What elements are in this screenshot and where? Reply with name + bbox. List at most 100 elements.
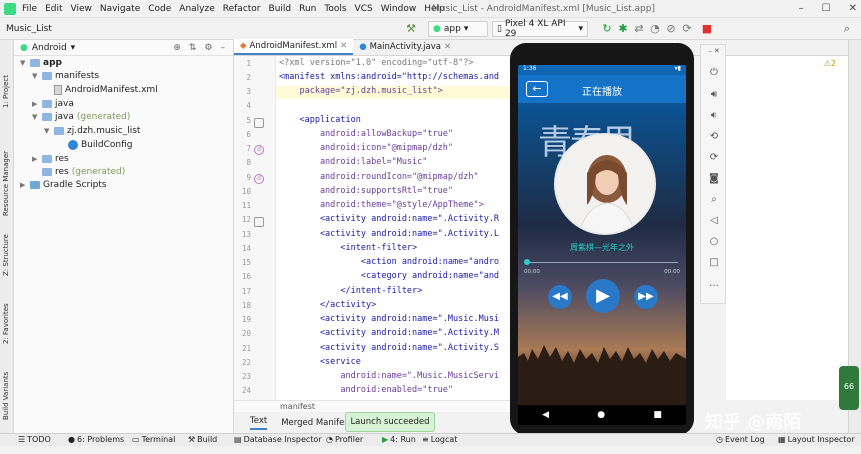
tree-item-manifests[interactable]: ▼ manifests [32,71,99,81]
menu-run[interactable]: Run [299,4,316,14]
tool-terminal[interactable]: ▭ Terminal [132,435,175,444]
back-icon[interactable]: ◁ [701,215,727,226]
breadcrumb-item[interactable]: manifest [280,402,315,411]
search-icon[interactable]: ⌕ [840,22,854,36]
battery-icon: ▾▮ [674,65,681,72]
progress-thumb[interactable] [524,259,530,265]
tab-mainactivity[interactable]: ● MainActivity.java ✕ [353,39,457,55]
floating-widget[interactable]: 66 [839,366,859,410]
tab-androidmanifest[interactable]: ◆ AndroidManifest.xml ✕ [234,39,354,55]
tool-database-inspector[interactable]: ▤ Database Inspector [234,435,322,444]
menu-analyze[interactable]: Analyze [179,4,214,14]
tree-item-java-generated[interactable]: ▼ java (generated) [32,112,130,122]
tool-todo[interactable]: ☰ TODO [18,435,51,444]
power-icon[interactable]: ⏻ [701,67,727,78]
more-icon[interactable]: … [701,278,727,289]
device-select[interactable]: ▯ Pixel 4 XL API 29 ▾ [492,19,588,39]
tool-event-log[interactable]: ◷ Event Log [716,435,765,444]
tool-build-variants[interactable]: Build Variants [2,372,10,420]
debug-icon[interactable]: ✱ [616,22,630,36]
tool-run[interactable]: ▶ 4: Run [382,435,416,444]
collapse-icon[interactable]: ⇅ [189,43,197,53]
nav-back-icon[interactable]: ◀ [542,410,549,420]
warning-indicator[interactable]: ⚠2 [824,59,836,68]
chevron-down-icon[interactable]: ▾ [71,43,76,53]
fold-icon[interactable] [254,217,264,227]
code-editor[interactable]: <?xml version="1.0" encoding="utf-8"?> <… [276,56,516,400]
progress-slider[interactable] [524,258,680,268]
rotate-right-icon[interactable]: ⟳ [701,152,727,163]
app-icon-marker[interactable]: d [254,145,264,155]
tool-project[interactable]: 1: Project [2,75,10,108]
tool-favorites[interactable]: 2: Favorites [2,303,10,344]
gear-icon[interactable]: ⚙ [204,43,212,53]
menu-file[interactable]: File [22,4,37,14]
camera-icon[interactable]: ◙ [701,173,727,184]
menu-navigate[interactable]: Navigate [100,4,140,14]
close-icon[interactable]: ✕ [444,42,451,52]
tree-item-res-generated[interactable]: res (generated) [32,167,125,177]
menu-vcs[interactable]: VCS [355,4,373,14]
previous-button[interactable]: ◀◀ [548,285,572,309]
emulator-screen[interactable]: 1:36 ▾▮ ← 正在播放 青春里 周紫棋—光年之外 00:00 00:00 … [518,65,686,425]
tree-item-app[interactable]: ▼ app [20,58,62,68]
minimize-icon[interactable]: – [799,3,804,14]
rotate-left-icon[interactable]: ⟲ [701,131,727,142]
zoom-icon[interactable]: ⌕ [701,194,727,205]
play-button[interactable]: ▶ [586,279,620,313]
tree-item-package[interactable]: ▼ zj.dzh.music_list [44,126,140,136]
attach-debugger-icon[interactable]: ⊘ [664,22,678,36]
chevron-right-icon: ▶ [32,155,38,163]
tool-logcat[interactable]: ≡ Logcat [422,435,457,444]
code-line: </activity> [279,300,377,310]
menu-edit[interactable]: Edit [45,4,62,14]
tool-structure[interactable]: Z: Structure [2,234,10,276]
maximize-icon[interactable]: ☐ [822,3,831,14]
nav-home-icon[interactable]: ● [597,410,605,420]
overview-icon[interactable]: □ [701,257,727,268]
package-icon [54,127,64,135]
tree-item-res[interactable]: ▶ res [32,154,69,164]
apply-changes-icon[interactable]: ⇄ [632,22,646,36]
volume-down-icon[interactable]: 🔉︎ [701,110,727,121]
tool-resource-manager[interactable]: Resource Manager [2,151,10,216]
rerun-icon[interactable]: ↻ [600,22,614,36]
menu-view[interactable]: View [71,4,92,14]
menu-code[interactable]: Code [148,4,171,14]
close-icon[interactable]: ✕ [849,3,857,14]
menu-window[interactable]: Window [381,4,417,14]
hammer-icon[interactable]: ⚒ [404,22,418,36]
next-button[interactable]: ▶▶ [634,285,658,309]
tool-profiler[interactable]: ◔ Profiler [326,435,363,444]
home-icon[interactable]: ○ [701,236,727,247]
sync-icon[interactable]: ⟳ [680,22,694,36]
tool-build[interactable]: ⚒ Build [188,435,217,444]
project-view-mode[interactable]: Android [32,43,67,53]
editor-right-area[interactable]: ⚠2 [726,56,848,400]
stop-icon[interactable]: ■ [700,22,714,36]
tree-item-java[interactable]: ▶ java [32,99,74,109]
menu-refactor[interactable]: Refactor [223,4,261,14]
tab-text[interactable]: Text [250,416,268,430]
status-bar: 1:36 ▾▮ [518,65,686,75]
tree-item-buildconfig[interactable]: BuildConfig [68,140,132,150]
line-number: 15 [241,258,251,267]
volume-up-icon[interactable]: 🔊︎ [701,89,727,100]
run-config-select[interactable]: ● app ▾ [428,21,488,37]
tool-layout-inspector[interactable]: ▦ Layout Inspector [778,435,855,444]
tree-item-androidmanifest[interactable]: AndroidManifest.xml [54,85,158,95]
tool-problems[interactable]: ● 6: Problems [68,435,124,444]
nav-recents-icon[interactable]: ■ [653,410,662,420]
project-breadcrumb[interactable]: Music_List [6,24,52,34]
close-icon[interactable]: – ✕ [701,47,727,55]
fold-icon[interactable] [254,118,264,128]
menu-tools[interactable]: Tools [324,4,346,14]
tab-merged-manifest[interactable]: Merged Manifest [281,418,352,428]
menu-build[interactable]: Build [269,4,292,14]
hide-icon[interactable]: – [221,43,226,53]
app-icon-marker[interactable]: d [254,174,264,184]
close-icon[interactable]: ✕ [340,41,347,51]
tree-item-gradle-scripts[interactable]: ▶ Gradle Scripts [20,180,107,190]
globe-icon[interactable]: ⊕ [173,43,181,53]
profile-icon[interactable]: ◔ [648,22,662,36]
